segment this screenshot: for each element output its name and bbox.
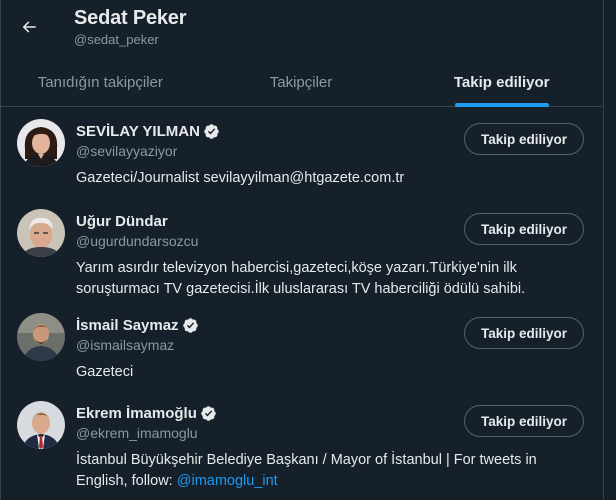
avatar[interactable] [17, 209, 65, 257]
user-name[interactable]: SEVİLAY YILMAN [76, 123, 200, 140]
mention-link[interactable]: @imamoglu_int [177, 473, 278, 489]
arrow-left-icon [22, 21, 36, 33]
user-name[interactable]: İsmail Saymaz [76, 317, 179, 334]
page-title: Sedat Peker [74, 7, 187, 29]
tab-label: Tanıdığın takipçiler [37, 73, 163, 91]
user-bio: İstanbul Büyükşehir Belediye Başkanı / M… [76, 450, 586, 492]
back-button[interactable] [12, 10, 46, 44]
avatar[interactable] [17, 401, 65, 449]
scrollbar[interactable] [605, 0, 616, 500]
user-list: SEVİLAY YILMAN @sevilayyaziyor Gazeteci/… [0, 107, 602, 493]
verified-badge-icon [182, 317, 198, 333]
avatar[interactable] [17, 119, 65, 167]
user-cell[interactable]: SEVİLAY YILMAN @sevilayyaziyor Gazeteci/… [0, 107, 602, 197]
user-name[interactable]: Ekrem İmamoğlu [76, 405, 197, 422]
user-bio: Gazeteci/Journalist sevilayyilman@htgaze… [76, 170, 405, 186]
tab-followers[interactable]: Takipçiler [201, 58, 402, 106]
tab-label: Takip ediliyor [453, 73, 550, 91]
user-bio: Yarım asırdır televizyon habercisi,gazet… [76, 260, 526, 297]
user-cell[interactable]: Uğur Dündar @ugurdundarsozcu Yarım asırd… [0, 197, 602, 301]
avatar[interactable] [17, 313, 65, 361]
verified-badge-icon [204, 123, 219, 139]
following-button[interactable]: Takip ediliyor [464, 317, 584, 349]
tab-following[interactable]: Takip ediliyor [401, 58, 602, 107]
verified-badge-icon [201, 405, 216, 421]
page-handle: @sedat_peker [74, 32, 159, 47]
tab-label: Takipçiler [269, 73, 333, 91]
bio-text: İstanbul Büyükşehir Belediye Başkanı / M… [76, 452, 537, 489]
page-header: Sedat Peker @sedat_peker [0, 0, 604, 58]
user-bio: Gazeteci [76, 364, 134, 380]
following-button[interactable]: Takip ediliyor [464, 405, 584, 437]
user-cell[interactable]: Ekrem İmamoğlu @ekrem_imamoglu İstanbul … [0, 389, 602, 493]
tab-followers-you-know[interactable]: Tanıdığın takipçiler [0, 58, 201, 106]
following-button[interactable]: Takip ediliyor [464, 213, 584, 245]
user-name[interactable]: Uğur Dündar [76, 213, 168, 230]
user-cell[interactable]: İsmail Saymaz @ismailsaymaz Gazeteci Tak… [0, 301, 602, 389]
following-button[interactable]: Takip ediliyor [464, 123, 584, 155]
tab-bar: Tanıdığın takipçiler Takipçiler Takip ed… [0, 58, 602, 107]
